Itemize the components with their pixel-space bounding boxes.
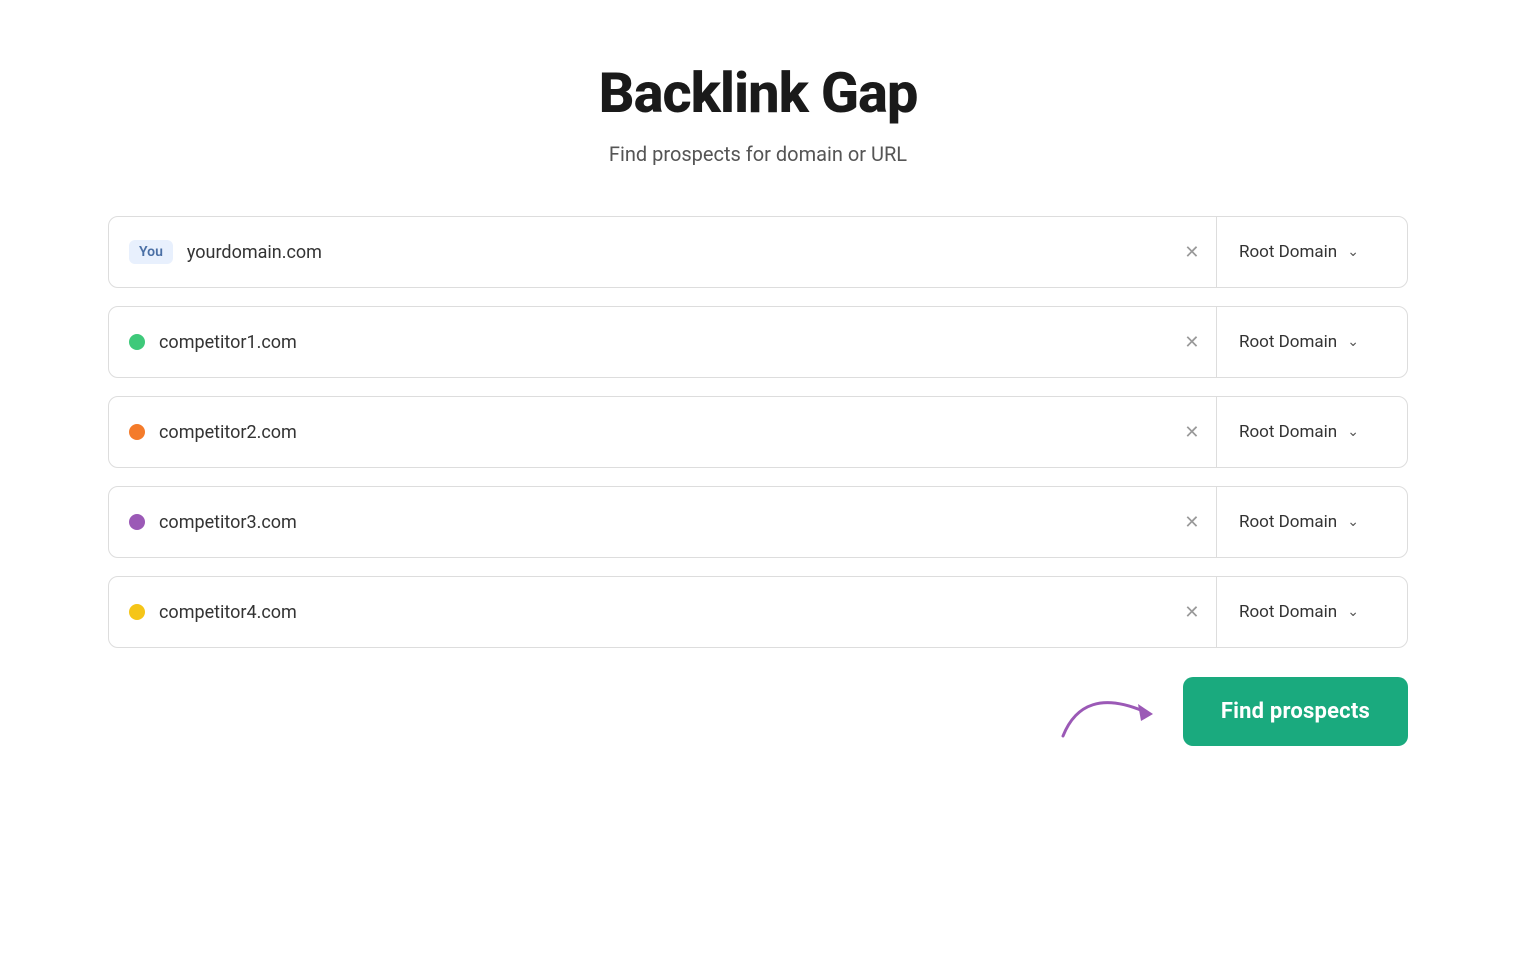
page-subtitle: Find prospects for domain or URL (609, 142, 907, 166)
chevron-down-icon-competitor2: ⌄ (1347, 424, 1359, 440)
dropdown-label-competitor3: Root Domain (1239, 512, 1337, 532)
domain-input-competitor4[interactable] (159, 602, 1148, 623)
dot-icon-competitor2 (129, 424, 145, 440)
dropdown-label-competitor4: Root Domain (1239, 602, 1337, 622)
domain-input-competitor3[interactable] (159, 512, 1148, 533)
you-badge: You (129, 240, 173, 264)
dropdown-button-competitor2[interactable]: Root Domain ⌄ (1217, 397, 1407, 467)
domain-input-competitor2[interactable] (159, 422, 1148, 443)
chevron-down-icon-competitor4: ⌄ (1347, 604, 1359, 620)
clear-button-competitor2[interactable]: ✕ (1168, 422, 1215, 443)
dropdown-button-you[interactable]: Root Domain ⌄ (1217, 217, 1407, 287)
domain-input-competitor1[interactable] (159, 332, 1148, 353)
page-title: Backlink Gap (599, 60, 918, 126)
input-left-competitor1 (109, 332, 1168, 353)
bottom-action-row: Find prospects (108, 676, 1408, 746)
chevron-down-icon-competitor1: ⌄ (1347, 334, 1359, 350)
clear-button-competitor4[interactable]: ✕ (1168, 602, 1215, 623)
dropdown-button-competitor3[interactable]: Root Domain ⌄ (1217, 487, 1407, 557)
dot-icon-competitor4 (129, 604, 145, 620)
input-left-competitor2 (109, 422, 1168, 443)
dot-icon-competitor1 (129, 334, 145, 350)
dropdown-label-you: Root Domain (1239, 242, 1337, 262)
dot-icon-competitor3 (129, 514, 145, 530)
find-prospects-button[interactable]: Find prospects (1183, 677, 1408, 746)
dropdown-label-competitor1: Root Domain (1239, 332, 1337, 352)
dropdown-label-competitor2: Root Domain (1239, 422, 1337, 442)
domain-row-competitor1: ✕ Root Domain ⌄ (108, 306, 1408, 378)
clear-button-competitor3[interactable]: ✕ (1168, 512, 1215, 533)
clear-button-you[interactable]: ✕ (1168, 242, 1215, 263)
domain-row-competitor2: ✕ Root Domain ⌄ (108, 396, 1408, 468)
domain-row-competitor3: ✕ Root Domain ⌄ (108, 486, 1408, 558)
input-left-competitor3 (109, 512, 1168, 533)
input-left-you: You (109, 240, 1168, 264)
arrow-decoration (1053, 676, 1183, 746)
domain-row-you: You ✕ Root Domain ⌄ (108, 216, 1408, 288)
dropdown-button-competitor1[interactable]: Root Domain ⌄ (1217, 307, 1407, 377)
input-left-competitor4 (109, 602, 1168, 623)
clear-button-competitor1[interactable]: ✕ (1168, 332, 1215, 353)
find-prospects-area: Find prospects (1053, 676, 1408, 746)
chevron-down-icon-competitor3: ⌄ (1347, 514, 1359, 530)
form-container: You ✕ Root Domain ⌄ ✕ Root Domain ⌄ ✕ (108, 216, 1408, 746)
dropdown-button-competitor4[interactable]: Root Domain ⌄ (1217, 577, 1407, 647)
chevron-down-icon-you: ⌄ (1347, 244, 1359, 260)
domain-row-competitor4: ✕ Root Domain ⌄ (108, 576, 1408, 648)
domain-input-you[interactable] (187, 242, 1149, 263)
